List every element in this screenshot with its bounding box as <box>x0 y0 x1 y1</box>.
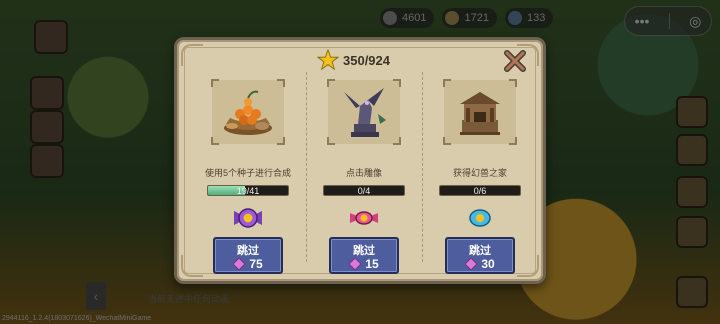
frame-edge <box>509 137 517 145</box>
task-description: 获得幻兽之家 <box>452 168 507 178</box>
task-image-frame <box>327 79 401 145</box>
cost-amount: 15 <box>365 257 379 271</box>
task-card-2: 点击雕像 0/4 跳过 15 <box>310 76 418 274</box>
purple-candy-icon <box>234 208 262 228</box>
star-icon <box>317 49 339 71</box>
seed-basket-icon <box>224 90 272 135</box>
pink-candy-icon <box>350 211 378 225</box>
task-card-3: 获得幻兽之家 0/6 跳过 30 <box>426 76 534 274</box>
task-card-1: 使用5个种子进行合成 19/41 跳过 75 <box>194 76 302 274</box>
dragon-statue-icon <box>344 88 386 137</box>
star-count: 350/924 <box>343 52 390 68</box>
gem-icon <box>465 258 478 270</box>
task-progress-bar: 0/4 <box>323 185 405 196</box>
skip-button[interactable]: 跳过 30 <box>445 237 515 274</box>
task-description: 点击雕像 <box>345 168 382 178</box>
cost-amount: 75 <box>249 257 263 271</box>
beast-house-icon <box>460 92 500 135</box>
skip-button[interactable]: 跳过 15 <box>329 237 399 274</box>
skip-label: 跳过 <box>469 245 491 257</box>
task-image-frame <box>443 79 517 145</box>
skip-button[interactable]: 跳过 75 <box>213 237 283 274</box>
progress-text: 0/4 <box>357 186 371 196</box>
skip-label: 跳过 <box>237 245 259 257</box>
star-task-dialog: 350/924 使用5个种子进行合成 19/41 跳过 75 点击雕像 0/4 … <box>174 37 546 284</box>
task-image-frame <box>211 79 285 145</box>
frame-edge <box>393 137 401 145</box>
frame-edge <box>277 79 285 87</box>
cost-amount: 30 <box>481 257 495 271</box>
skip-label: 跳过 <box>353 245 375 257</box>
gem-icon <box>349 258 362 270</box>
close-icon[interactable] <box>502 48 528 74</box>
column-divider <box>306 72 307 262</box>
task-progress-bar: 0/6 <box>439 185 521 196</box>
star-progress-header: 350/924 <box>317 49 390 71</box>
task-description: 使用5个种子进行合成 <box>204 168 291 178</box>
skip-cost: 30 <box>447 257 513 271</box>
progress-text: 0/6 <box>473 186 487 196</box>
column-divider <box>422 72 423 262</box>
frame-edge <box>277 137 285 145</box>
task-progress-bar: 19/41 <box>207 185 289 196</box>
frame-edge <box>393 79 401 87</box>
gem-icon <box>233 258 246 270</box>
skip-cost: 15 <box>331 257 397 271</box>
frame-edge <box>509 79 517 87</box>
corner-ornament <box>181 44 203 66</box>
skip-cost: 75 <box>215 257 281 271</box>
progress-text: 19/41 <box>236 186 260 196</box>
blue-coin-icon <box>469 209 491 227</box>
